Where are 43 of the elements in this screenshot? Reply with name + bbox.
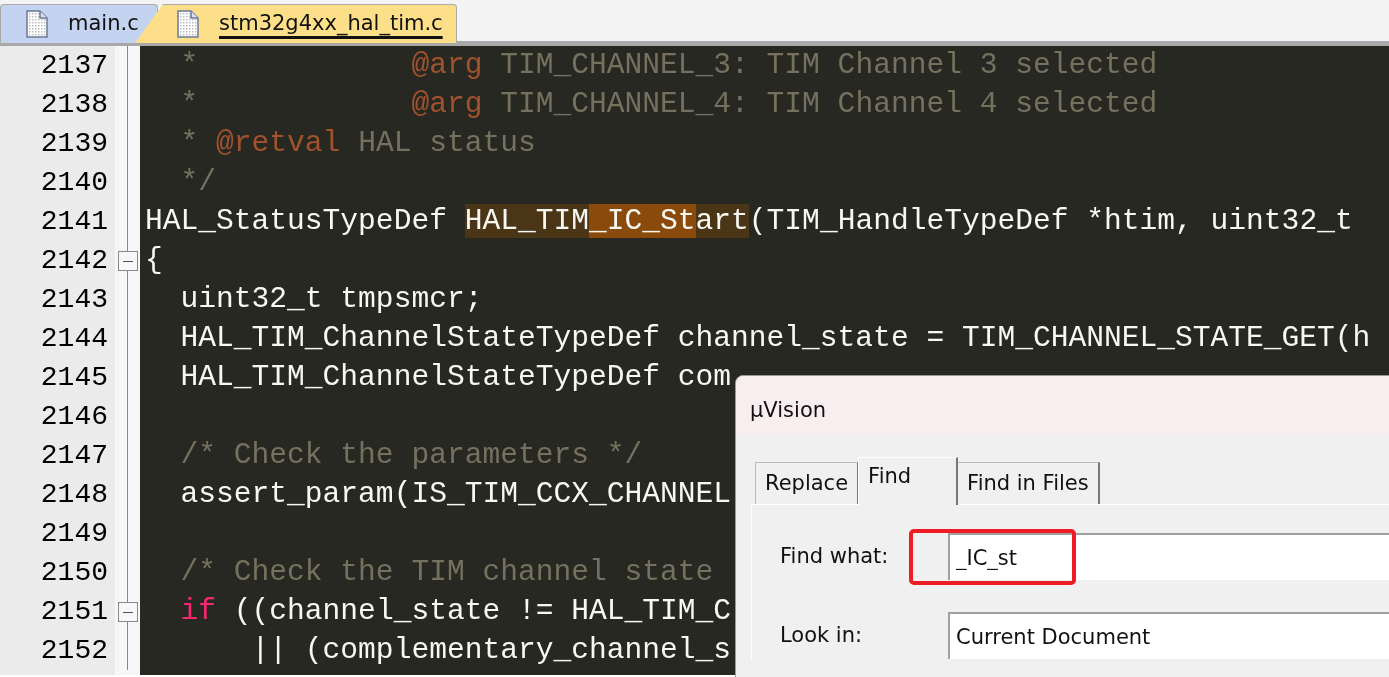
code-line: || (complementary_channel_s (250, 632, 732, 669)
line-number: 2149 (39, 517, 109, 551)
line-number: 2152 (39, 634, 109, 668)
document-icon (26, 10, 48, 38)
line-number: 2148 (39, 478, 109, 512)
field-label: Look in: (780, 621, 864, 649)
line-number: 2139 (39, 127, 109, 161)
field-label: Find what: (780, 542, 890, 570)
file-tab[interactable]: main.c (0, 4, 158, 43)
code-line: HAL_StatusTypeDef HAL_TIM_IC_Start(TIM_HandleTypeDef *htim, uint32_t (145, 203, 1353, 240)
line-number: 2143 (39, 283, 109, 317)
line-number: 2151 (39, 595, 109, 629)
code-line: assert_param(IS_TIM_CCX_CHANNEL (179, 476, 732, 513)
code-line: /* Check the parameters */ (179, 437, 643, 474)
collapse-icon[interactable] (118, 251, 138, 271)
line-number: 2150 (39, 556, 109, 590)
window-title: µVision (736, 376, 1389, 436)
dialog-tab[interactable]: Replace (755, 462, 860, 504)
line-number: 2147 (39, 439, 109, 473)
line-number: 2145 (39, 361, 109, 395)
input-field[interactable]: _IC_st (948, 533, 1389, 580)
code-line: HAL_TIM_ChannelStateTypeDef channel_state = TIM_CHANNEL_STATE_GET(h (179, 320, 1371, 357)
line-number: 2144 (39, 322, 109, 356)
code-line: * @retval HAL status (179, 125, 536, 162)
code-line: if ((channel_state != HAL_TIM_C (179, 593, 732, 630)
code-line: * @arg TIM_CHANNEL_4: TIM Channel 4 selected (179, 86, 1158, 123)
line-number: 2142 (39, 244, 109, 278)
line-number: 2140 (39, 166, 109, 200)
line-number: 2138 (39, 88, 109, 122)
line-number: 2141 (39, 205, 109, 239)
code-line: * @arg TIM_CHANNEL_3: TIM Channel 3 selected (179, 47, 1158, 84)
code-line: HAL_TIM_ChannelStateTypeDef com (179, 359, 732, 396)
code-line: /* Check the TIM channel state (179, 554, 714, 591)
code-line: */ (179, 164, 217, 201)
line-number: 2137 (39, 49, 109, 83)
collapse-icon[interactable] (118, 602, 138, 622)
dialog-tab[interactable]: Find in Files (957, 462, 1100, 504)
dialog-tab[interactable]: Find (858, 457, 959, 505)
input-field[interactable]: Current Document (948, 612, 1389, 659)
code-line: { (145, 242, 163, 279)
code-line: uint32_t tmpsmcr; (179, 281, 483, 318)
line-number: 2146 (39, 400, 109, 434)
document-icon (177, 10, 199, 38)
